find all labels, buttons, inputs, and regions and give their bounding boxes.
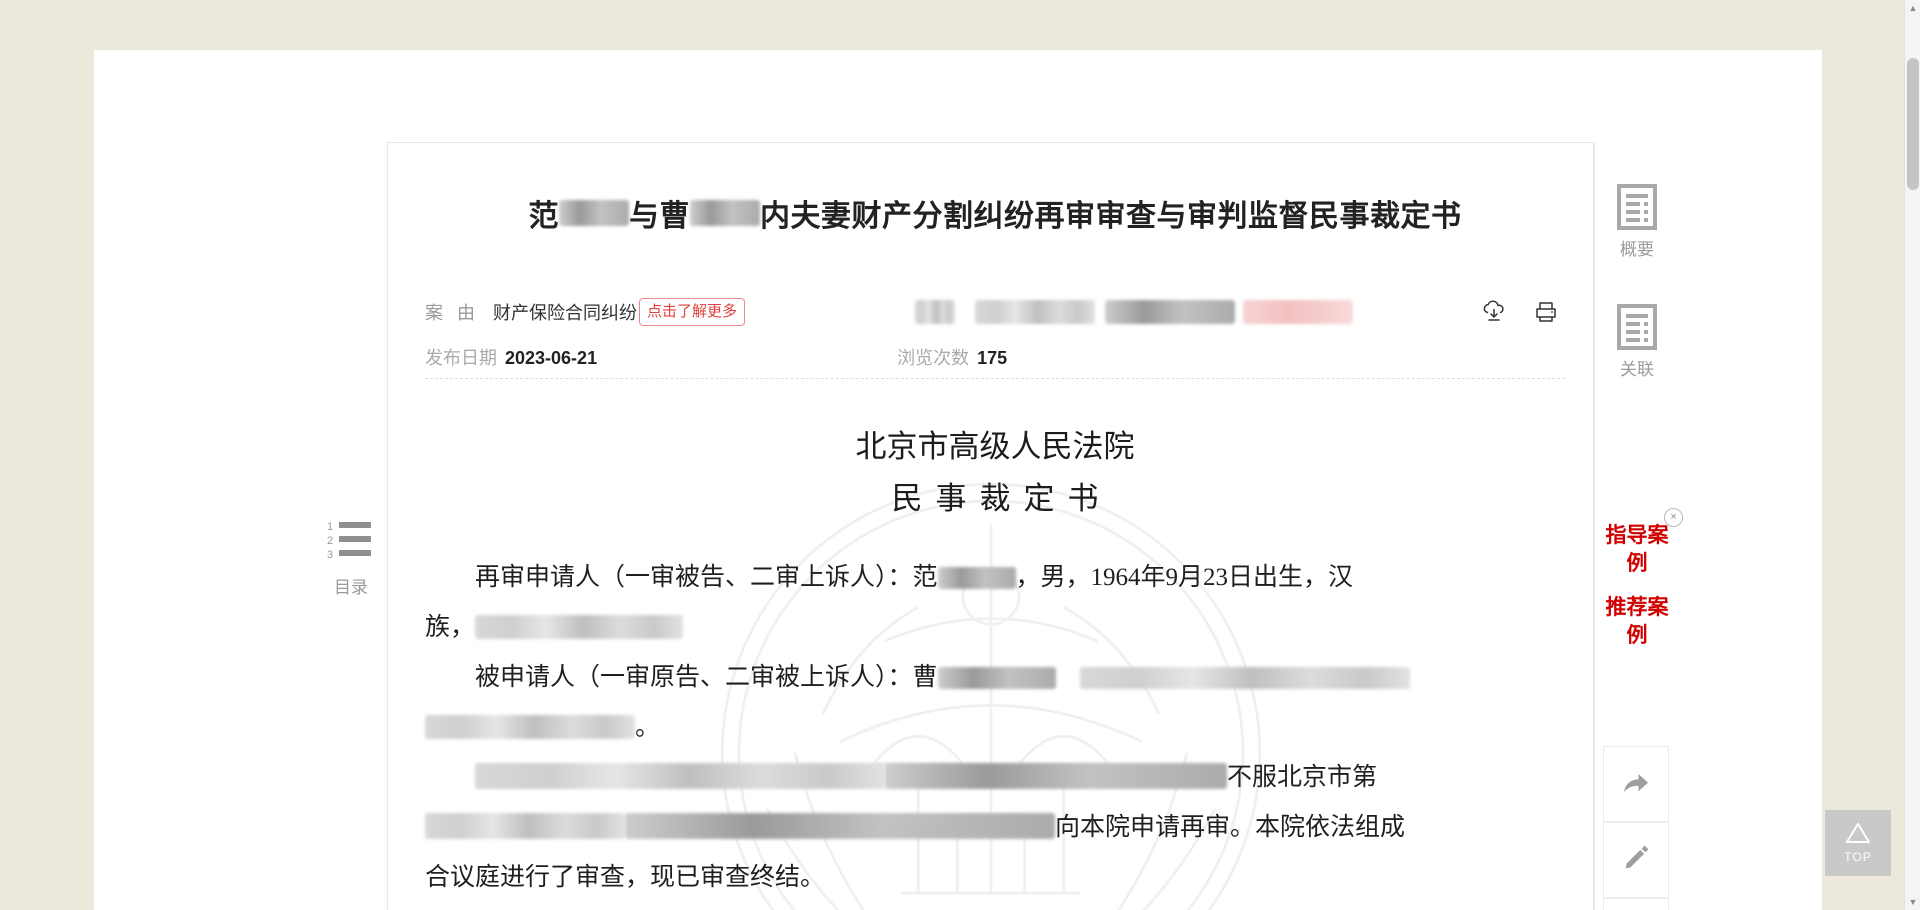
publish-block: 发布日期 2023-06-21 xyxy=(425,344,597,370)
top-button-label: TOP xyxy=(1844,850,1872,864)
court-name: 北京市高级人民法院 xyxy=(855,429,1135,464)
document-meta: 案由 财产保险合同纠纷 点击了解更多 发布日期 2023-06-21 浏览次数 … xyxy=(425,295,1565,379)
toc-rail[interactable]: 1 2 3 目录 xyxy=(322,520,380,598)
paragraph-3: 。 xyxy=(425,703,1565,753)
title-redaction-1 xyxy=(559,200,629,226)
views-block: 浏览次数 175 xyxy=(897,344,1007,370)
p1-text-0: 族， xyxy=(425,614,476,641)
paragraph-6: 合议庭进行了审查，现已审查终结。 xyxy=(425,864,826,891)
title-redaction-3 xyxy=(690,200,760,226)
printer-icon[interactable] xyxy=(1533,299,1559,325)
title-part-4: 内夫妻财产分割纠纷再审审查与审判监督民事裁定书 xyxy=(760,200,1462,233)
court-heading: 北京市高级人民法院 民事裁定书 xyxy=(425,421,1565,525)
p3-redaction xyxy=(425,715,635,739)
arrow-up-icon xyxy=(1845,822,1871,849)
page-title: 范 与曹 内夫妻财产分割纠纷再审审查与审判监督民事裁定书 xyxy=(425,195,1565,239)
meta-redaction-a xyxy=(915,300,956,324)
p5-text-2: 向本院申请再审。本院依法组成 xyxy=(1055,814,1406,841)
meta-redaction-d xyxy=(1243,300,1354,324)
scroll-to-top-button[interactable]: TOP xyxy=(1825,810,1891,876)
cause-value: 财产保险合同纠纷 xyxy=(493,303,637,323)
paragraph-0: 再审申请人（一审被告、二审上诉人）：范 ，男，1964年9月23日出生，汉 xyxy=(425,553,1565,603)
qr-read-button[interactable]: 扫码手机阅读 xyxy=(1603,898,1669,910)
p4-redaction-b xyxy=(885,763,1227,789)
document-body: 再审申请人（一审被告、二审上诉人）：范 ，男，1964年9月23日出生，汉 族， … xyxy=(425,553,1565,903)
pencil-icon xyxy=(1619,841,1653,880)
p2-redaction-b xyxy=(1079,667,1410,689)
edit-button[interactable] xyxy=(1603,822,1669,898)
scrollbar-thumb[interactable] xyxy=(1907,58,1919,190)
paragraph-1: 族， xyxy=(425,603,1565,653)
p5-redaction-a xyxy=(425,813,625,839)
promo-link-guiding-case[interactable]: 指导案例 xyxy=(1601,522,1673,578)
download-cloud-icon[interactable] xyxy=(1481,299,1507,325)
tool-label-related: 关联 xyxy=(1620,360,1654,379)
p1-redaction xyxy=(475,615,684,639)
paragraph-5: 向本院申请再审。本院依法组成 xyxy=(425,803,1565,853)
title-part-0: 范 xyxy=(528,200,559,233)
p3-text-1: 。 xyxy=(635,714,661,741)
meta-publish-row: 发布日期 2023-06-21 浏览次数 175 xyxy=(425,335,1565,379)
promo-panel: × 指导案例 推荐案例 xyxy=(1601,508,1683,666)
summary-document-icon xyxy=(1616,184,1658,234)
tool-label-summary: 概要 xyxy=(1620,240,1654,259)
publish-value: 2023-06-21 xyxy=(505,347,598,368)
numbered-list-icon: 1 2 3 xyxy=(322,520,380,569)
share-button[interactable] xyxy=(1603,746,1669,822)
p2-redaction-a xyxy=(937,667,1056,689)
scroll-up-arrow-icon[interactable]: ▲ xyxy=(1905,0,1920,16)
svg-text:3: 3 xyxy=(327,549,333,561)
scroll-down-arrow-icon[interactable]: ▼ xyxy=(1905,894,1920,910)
meta-action-icons xyxy=(1481,299,1559,325)
p5-redaction-b xyxy=(625,813,1055,839)
meta-redaction-c xyxy=(1105,300,1236,324)
close-icon[interactable]: × xyxy=(1664,508,1683,527)
publish-label: 发布日期 xyxy=(425,347,497,368)
p0-text-0: 再审申请人（一审被告、二审上诉人）：范 xyxy=(475,564,938,591)
cause-label: 案由 xyxy=(425,303,489,323)
svg-text:1: 1 xyxy=(327,521,333,533)
vertical-scrollbar[interactable]: ▲ ▼ xyxy=(1904,0,1920,910)
p4-redaction-a xyxy=(475,763,885,789)
svg-text:2: 2 xyxy=(327,535,333,547)
related-document-icon xyxy=(1616,304,1658,354)
promo-link-recommended-case[interactable]: 推荐案例 xyxy=(1601,594,1673,650)
tool-item-related[interactable]: 关联 xyxy=(1604,304,1670,380)
meta-cause-row: 案由 财产保险合同纠纷 点击了解更多 xyxy=(425,295,1565,329)
p0-redaction xyxy=(937,567,1016,589)
paragraph-2: 被申请人（一审原告、二审被上诉人）：曹 xyxy=(425,653,1565,703)
document-inner: 范 与曹 内夫妻财产分割纠纷再审审查与审判监督民事裁定书 案由 财产保险合同纠纷… xyxy=(425,143,1565,910)
views-label: 浏览次数 xyxy=(897,347,970,368)
tool-item-summary[interactable]: 概要 xyxy=(1604,184,1670,260)
document-card: 范 与曹 内夫妻财产分割纠纷再审审查与审判监督民事裁定书 案由 财产保险合同纠纷… xyxy=(387,142,1594,910)
tool-rail: 概要 关联 × 指导案例 推荐案例 xyxy=(1594,142,1683,910)
paragraph-4: 不服北京市第 xyxy=(425,753,1565,803)
page-shell: 1 2 3 目录 范 与曹 内夫妻财产分割纠纷再审审查与审判监督民事裁定书 案由… xyxy=(94,50,1822,910)
p0-text-2: ，男，1964年9月23日出生，汉 xyxy=(1015,564,1354,591)
p2-text-0: 被申请人（一审原告、二审被上诉人）：曹 xyxy=(475,664,938,691)
share-arrow-icon xyxy=(1619,765,1653,804)
toc-label: 目录 xyxy=(334,578,368,597)
views-value: 175 xyxy=(977,347,1008,368)
title-part-2: 与曹 xyxy=(629,200,690,233)
doc-type: 民事裁定书 xyxy=(891,481,1112,516)
learn-more-badge[interactable]: 点击了解更多 xyxy=(639,298,746,326)
meta-redaction-b xyxy=(975,300,1096,324)
p4-text-2: 不服北京市第 xyxy=(1227,764,1378,791)
